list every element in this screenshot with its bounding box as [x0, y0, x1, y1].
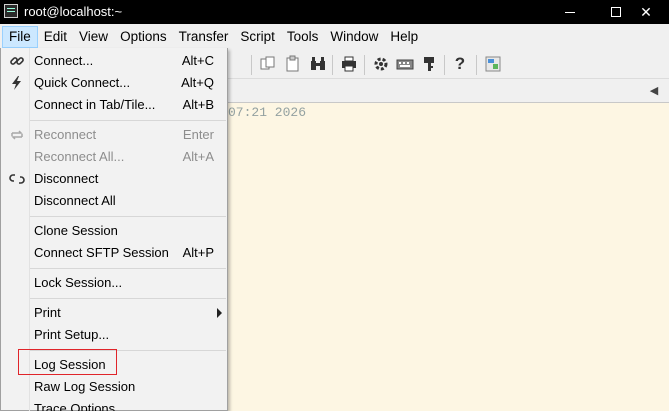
- menu-item-label: Reconnect All...: [34, 149, 125, 164]
- menu-item-lock-session[interactable]: Lock Session...: [1, 272, 227, 294]
- toolbar-separator: [332, 55, 333, 75]
- menu-item-label: Print Setup...: [34, 327, 110, 342]
- paste-icon[interactable]: [284, 55, 302, 73]
- log-session-highlight-box: [18, 349, 117, 375]
- window-title: root@localhost:~: [24, 4, 123, 19]
- menu-item-shortcut: Enter: [182, 127, 214, 142]
- keymap-icon[interactable]: [396, 55, 414, 73]
- menu-item-label: Connect...: [34, 53, 94, 68]
- toolbar-separator: [476, 55, 477, 75]
- menu-item-label: Trace Options: [34, 401, 116, 411]
- menu-item-label: Print: [34, 305, 61, 320]
- menu-item-label: Lock Session...: [34, 275, 123, 290]
- menu-options[interactable]: Options: [114, 26, 173, 48]
- menu-item-disconnect-all[interactable]: Disconnect All: [1, 190, 227, 212]
- copy-icon[interactable]: [259, 55, 277, 73]
- menu-item-trace-options[interactable]: Trace Options: [1, 398, 227, 411]
- menu-item-shortcut: Alt+B: [182, 97, 214, 112]
- menu-item-reconnect[interactable]: Reconnect Enter: [1, 124, 227, 146]
- toolbar-separator: [444, 55, 445, 75]
- menu-item-connect[interactable]: Connect... Alt+C: [1, 50, 227, 72]
- submenu-arrow-icon: [217, 308, 222, 318]
- maximize-icon: [611, 7, 621, 17]
- menu-script[interactable]: Script: [234, 26, 281, 48]
- menu-item-quick-connect[interactable]: Quick Connect... Alt+Q: [1, 72, 227, 94]
- menu-item-clone-session[interactable]: Clone Session: [1, 220, 227, 242]
- menu-tools[interactable]: Tools: [281, 26, 325, 48]
- menu-item-shortcut: Alt+A: [182, 149, 214, 164]
- menu-item-label: Disconnect: [34, 171, 99, 186]
- toolbar-separator: [364, 55, 365, 75]
- close-button[interactable]: ✕: [623, 0, 669, 24]
- menu-edit[interactable]: Edit: [38, 26, 73, 48]
- link-icon: [9, 53, 25, 69]
- menu-item-shortcut: Alt+Q: [181, 75, 214, 90]
- menu-window[interactable]: Window: [324, 26, 384, 48]
- menu-separator: [30, 298, 226, 299]
- menu-help[interactable]: Help: [384, 26, 424, 48]
- menu-item-disconnect[interactable]: Disconnect: [1, 168, 227, 190]
- menu-separator: [30, 268, 226, 269]
- menu-item-reconnect-all[interactable]: Reconnect All... Alt+A: [1, 146, 227, 168]
- sftp-icon[interactable]: [484, 55, 502, 73]
- menu-item-print[interactable]: Print: [1, 302, 227, 324]
- menu-file[interactable]: File: [2, 25, 38, 48]
- menu-item-connect-in-tab[interactable]: Connect in Tab/Tile... Alt+B: [1, 94, 227, 116]
- print-icon[interactable]: [340, 55, 358, 73]
- tab-scroll-left-icon[interactable]: ◀: [647, 82, 661, 100]
- close-icon: ✕: [640, 3, 652, 20]
- key-icon[interactable]: [420, 55, 438, 73]
- menu-item-label: Connect in Tab/Tile...: [34, 97, 156, 112]
- menu-item-label: Reconnect: [34, 127, 97, 142]
- menu-transfer[interactable]: Transfer: [173, 26, 235, 48]
- settings-icon[interactable]: [372, 55, 390, 73]
- lightning-icon: [9, 75, 25, 91]
- menu-bar: File Edit View Options Transfer Script T…: [0, 24, 669, 49]
- broken-link-icon: [9, 171, 25, 187]
- menu-item-label: Quick Connect...: [34, 75, 131, 90]
- menu-item-connect-sftp[interactable]: Connect SFTP Session Alt+P: [1, 242, 227, 264]
- menu-separator: [30, 216, 226, 217]
- menu-separator: [30, 120, 226, 121]
- menu-item-label: Raw Log Session: [34, 379, 136, 394]
- title-bar: root@localhost:~ ✕: [0, 0, 669, 24]
- menu-item-label: Disconnect All: [34, 193, 116, 208]
- menu-item-shortcut: Alt+P: [182, 245, 214, 260]
- terminal-app-icon[interactable]: [4, 4, 18, 18]
- minimize-icon: [565, 11, 575, 13]
- terminal-output-line: 07:21 2026: [228, 105, 307, 120]
- menu-item-raw-log-session[interactable]: Raw Log Session: [1, 376, 227, 398]
- reconnect-icon: [9, 127, 25, 143]
- menu-item-shortcut: Alt+C: [181, 53, 214, 68]
- menu-item-print-setup[interactable]: Print Setup...: [1, 324, 227, 346]
- minimize-button[interactable]: [547, 0, 593, 24]
- menu-view[interactable]: View: [73, 26, 114, 48]
- menu-item-label: Clone Session: [34, 223, 118, 238]
- toolbar-separator: [251, 55, 252, 75]
- help-icon[interactable]: ?: [451, 55, 469, 73]
- find-icon[interactable]: [309, 55, 327, 73]
- menu-item-label: Connect SFTP Session: [34, 245, 169, 260]
